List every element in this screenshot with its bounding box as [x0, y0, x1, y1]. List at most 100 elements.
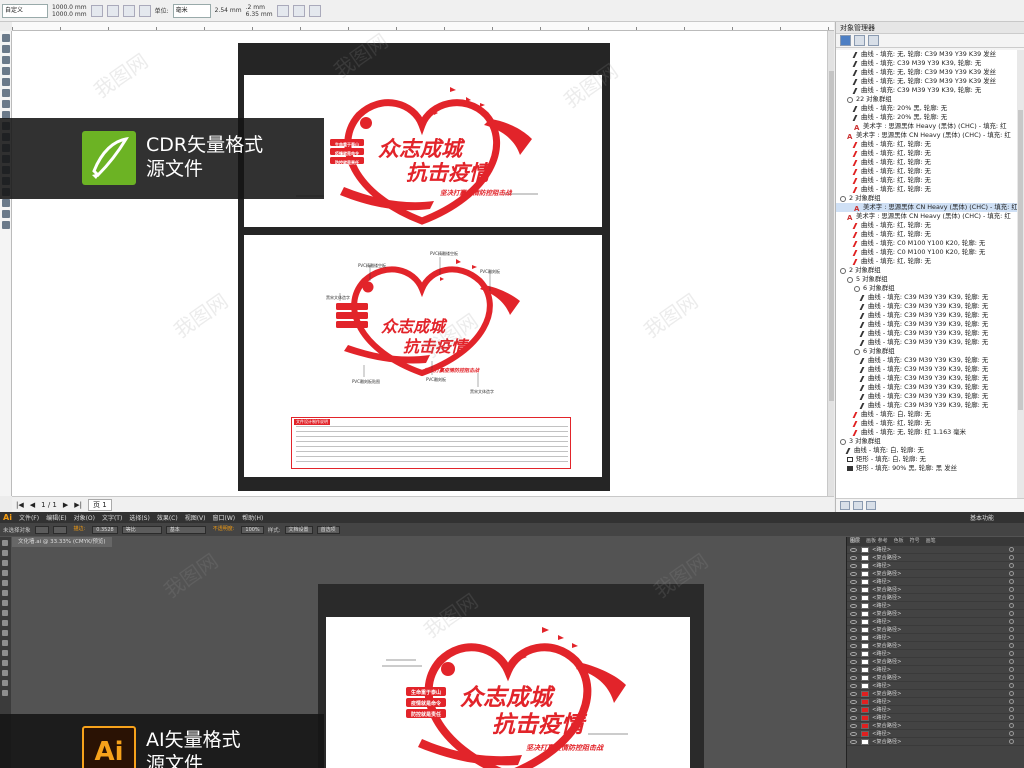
object-row[interactable]: 曲线 - 填充: C39 M39 Y39 K39, 轮廓: 无 [836, 401, 1018, 410]
object-row[interactable]: 曲线 - 填充: C39 M39 Y39 K39, 轮廓: 无 [836, 338, 1018, 347]
snap-icon[interactable] [276, 4, 289, 17]
visibility-eye-icon[interactable] [850, 595, 857, 600]
visibility-eye-icon[interactable] [850, 611, 857, 616]
options-icon[interactable] [308, 4, 321, 17]
target-circle-icon[interactable] [1009, 579, 1014, 584]
fill-swatch[interactable] [34, 525, 49, 534]
object-row[interactable]: 曲线 - 填充: C39 M39 Y39 K39, 轮廓: 无 [836, 86, 1018, 95]
object-row[interactable]: 曲线 - 填充: C0 M100 Y100 K20, 轮廓: 无 [836, 239, 1018, 248]
object-row[interactable]: 曲线 - 填充: C39 M39 Y39 K39, 轮廓: 无 [836, 320, 1018, 329]
object-row[interactable]: 曲线 - 填充: 红, 轮廓: 无 [836, 185, 1018, 194]
hand-tool-icon[interactable] [2, 680, 8, 686]
all-pages-icon[interactable] [122, 4, 135, 17]
zoom-tool-icon[interactable] [2, 67, 10, 75]
visibility-eye-icon[interactable] [850, 723, 857, 728]
scale-tool-icon[interactable] [2, 640, 8, 646]
nudge-field[interactable]: 2.54 mm [215, 7, 242, 14]
opacity-field[interactable]: 100% [241, 525, 264, 534]
target-circle-icon[interactable] [1009, 691, 1014, 696]
layer-manager-view-icon[interactable] [868, 35, 879, 46]
preferences-button[interactable]: 首选项 [316, 525, 340, 534]
page-preset-select[interactable]: 自定义 [2, 3, 48, 18]
object-row[interactable]: 曲线 - 填充: C39 M39 Y39 K39, 轮廓: 无 [836, 392, 1018, 401]
visibility-eye-icon[interactable] [850, 731, 857, 736]
landscape-icon[interactable] [106, 4, 119, 17]
type-tool-icon[interactable] [2, 580, 8, 586]
object-group-row[interactable]: 2 对象群组 [836, 194, 1018, 203]
target-circle-icon[interactable] [1009, 715, 1014, 720]
target-circle-icon[interactable] [1009, 731, 1014, 736]
scroll-thumb[interactable] [1018, 110, 1023, 410]
smart-fill-icon[interactable] [2, 89, 10, 97]
menu-object[interactable]: 对象(O) [74, 513, 95, 522]
object-row[interactable]: 曲线 - 填充: C39 M39 Y39 K39, 轮廓: 无 [836, 383, 1018, 392]
target-circle-icon[interactable] [1009, 683, 1014, 688]
layer-row[interactable]: <复合路径> [847, 738, 1024, 746]
object-row[interactable]: 曲线 - 填充: C39 M39 Y39 K39, 轮廓: 无 [836, 365, 1018, 374]
object-row[interactable]: 曲线 - 填充: 20% 黑, 轮廓: 无 [836, 113, 1018, 122]
selection-tool-icon[interactable] [2, 540, 8, 546]
menu-effect[interactable]: 效果(C) [157, 513, 178, 522]
object-row[interactable]: 曲线 - 填充: 红, 轮廓: 无 [836, 419, 1018, 428]
object-row[interactable]: 曲线 - 填充: 无, 轮廓: C39 M39 Y39 K39 发丝 [836, 77, 1018, 86]
magic-wand-tool-icon[interactable] [2, 560, 8, 566]
visibility-eye-icon[interactable] [850, 739, 857, 744]
target-circle-icon[interactable] [1009, 707, 1014, 712]
edit-across-layers-icon[interactable] [854, 35, 865, 46]
object-row[interactable]: 曲线 - 填充: 红, 轮廓: 无 [836, 167, 1018, 176]
last-page-icon[interactable]: ▶| [74, 501, 82, 509]
drawing-canvas[interactable]: 生命重于泰山 疫情就是命令 防控就是责任 众志成城 抗击疫情 坚决打赢疫情防控阻… [12, 31, 834, 496]
vertical-scrollbar[interactable] [827, 31, 834, 496]
prev-page-icon[interactable]: ◀ [30, 501, 35, 509]
menu-help[interactable]: 帮助(H) [242, 513, 263, 522]
visibility-eye-icon[interactable] [850, 627, 857, 632]
zoom-tool-icon[interactable] [2, 690, 8, 696]
visibility-eye-icon[interactable] [850, 603, 857, 608]
visibility-eye-icon[interactable] [850, 683, 857, 688]
object-row[interactable]: 曲线 - 填充: 无, 轮廓: 红 1.163 毫米 [836, 428, 1018, 437]
new-master-layer-icon[interactable] [853, 501, 863, 510]
target-circle-icon[interactable] [1009, 611, 1014, 616]
pick-tool-icon[interactable] [2, 34, 10, 42]
units-grid-icon[interactable] [292, 4, 305, 17]
freehand-tool-icon[interactable] [2, 78, 10, 86]
object-tree[interactable]: 曲线 - 填充: 无, 轮廓: C39 M39 Y39 K39 发丝 曲线 - 填… [836, 50, 1018, 498]
document-tab[interactable]: 文化墙.ai @ 33.33% (CMYK/预览) [12, 537, 112, 547]
target-circle-icon[interactable] [1009, 595, 1014, 600]
object-row[interactable]: 曲线 - 填充: 红, 轮廓: 无 [836, 140, 1018, 149]
object-row[interactable]: 曲线 - 填充: C0 M100 Y100 K20, 轮廓: 无 [836, 248, 1018, 257]
menu-type[interactable]: 文字(T) [102, 513, 122, 522]
stroke-swatch[interactable] [52, 525, 67, 534]
menu-edit[interactable]: 编辑(E) [46, 513, 66, 522]
object-tree-scrollbar[interactable] [1017, 50, 1024, 498]
current-page-icon[interactable] [138, 4, 151, 17]
object-row[interactable]: 曲线 - 填充: 无, 轮廓: C39 M39 Y39 K39 发丝 [836, 68, 1018, 77]
target-circle-icon[interactable] [1009, 651, 1014, 656]
first-page-icon[interactable]: |◀ [16, 501, 24, 509]
page-height-field[interactable]: 1000.0 mm [52, 11, 87, 18]
object-group-row[interactable]: 5 对象群组 [836, 275, 1018, 284]
object-row[interactable]: 曲线 - 填充: 红, 轮廓: 无 [836, 230, 1018, 239]
visibility-eye-icon[interactable] [850, 579, 857, 584]
object-row[interactable]: 曲线 - 填充: 红, 轮廓: 无 [836, 176, 1018, 185]
object-row[interactable]: A 美术字 : 思源黑体 CN Heavy (黑体) (CHC) - 填充: 红 [836, 203, 1018, 212]
menu-view[interactable]: 视图(V) [185, 513, 206, 522]
tab-layers[interactable]: 图层 [850, 537, 860, 546]
object-row[interactable]: 曲线 - 填充: C39 M39 Y39 K39, 轮廓: 无 [836, 329, 1018, 338]
object-row[interactable]: 曲线 - 填充: 白, 轮廓: 无 [836, 410, 1018, 419]
outline-tool-icon[interactable] [2, 210, 10, 218]
stroke-weight-field[interactable]: 0.3528 [92, 525, 118, 534]
object-row[interactable]: 曲线 - 填充: C39 M39 Y39 K39, 轮廓: 无 [836, 311, 1018, 320]
target-circle-icon[interactable] [1009, 723, 1014, 728]
delete-icon[interactable] [866, 501, 876, 510]
object-row[interactable]: 曲线 - 填充: C39 M39 Y39 K39, 轮廓: 无 [836, 374, 1018, 383]
object-group-row[interactable]: 3 对象群组 [836, 437, 1018, 446]
object-row[interactable]: 曲线 - 填充: 白, 轮廓: 无 [836, 446, 1018, 455]
object-group-row[interactable]: 2 对象群组 [836, 266, 1018, 275]
visibility-eye-icon[interactable] [850, 659, 857, 664]
target-circle-icon[interactable] [1009, 627, 1014, 632]
object-row[interactable]: 矩形 - 填充: 白, 轮廓: 无 [836, 455, 1018, 464]
gradient-tool-icon[interactable] [2, 660, 8, 666]
visibility-eye-icon[interactable] [850, 547, 857, 552]
visibility-eye-icon[interactable] [850, 691, 857, 696]
